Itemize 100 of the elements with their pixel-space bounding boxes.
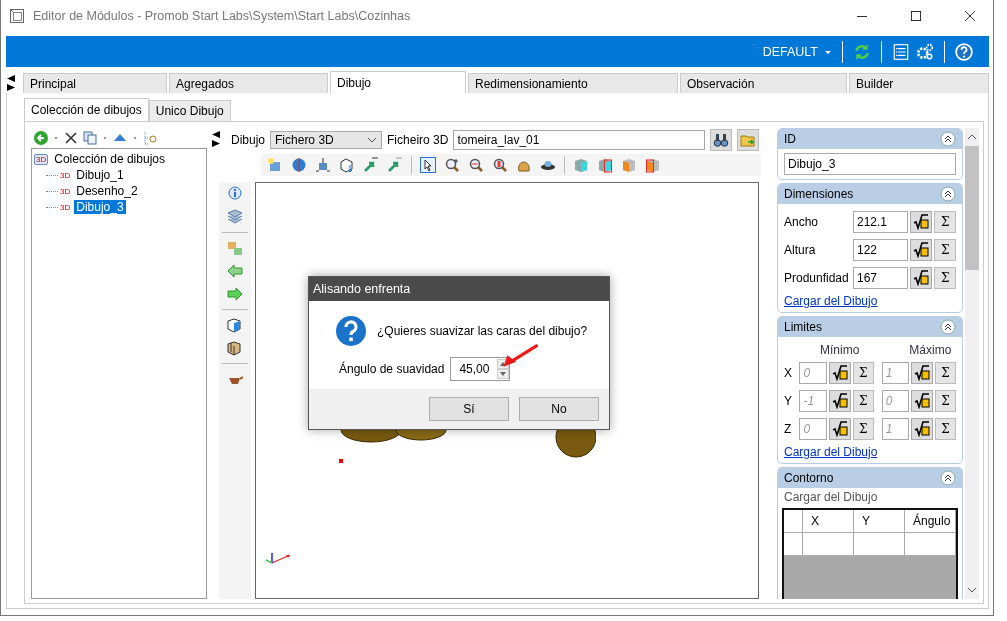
collapse-icon[interactable] (940, 186, 956, 202)
formula-button[interactable] (910, 267, 933, 289)
formula-button[interactable] (828, 418, 851, 440)
file-label: Ficheiro 3D (387, 133, 449, 147)
spin-down-icon[interactable] (497, 369, 510, 379)
tab[interactable]: Dibujo (330, 71, 466, 93)
scroll-arrows-icon[interactable] (7, 75, 15, 91)
formula-icon (913, 214, 930, 230)
collapse-icon[interactable] (940, 470, 956, 486)
dimension-field[interactable]: 167 (853, 267, 909, 289)
axis-cube-icon[interactable] (315, 157, 331, 173)
formula-icon (831, 393, 848, 409)
chevron-down-icon[interactable] (367, 137, 378, 143)
browse-button[interactable] (710, 129, 733, 151)
scroll-down-icon[interactable] (967, 587, 977, 593)
tree-item[interactable]: Dibujo_3 (74, 200, 126, 214)
tree-item[interactable]: Dibujo_1 (74, 168, 126, 182)
column-header: Mínimo (820, 343, 860, 357)
mob-import-icon[interactable] (387, 157, 403, 173)
back-icon[interactable] (33, 130, 49, 146)
sum-button[interactable]: Σ (934, 418, 957, 440)
formula-button[interactable] (910, 390, 933, 412)
profile-dropdown[interactable]: DEFAULT (762, 44, 818, 59)
zoom-out-icon[interactable] (468, 157, 484, 173)
drawing-type-dropdown[interactable]: Fichero 3D (270, 131, 383, 149)
side-face-frame-cube-icon[interactable] (645, 157, 661, 173)
zoom-in-icon[interactable] (444, 157, 460, 173)
tab[interactable]: Agregados (169, 73, 328, 93)
sum-button[interactable]: Σ (852, 418, 874, 440)
sum-button[interactable]: Σ (934, 211, 956, 233)
formula-button[interactable] (828, 390, 851, 412)
angle-spin-field[interactable]: 45,00 (450, 357, 511, 381)
question-icon (335, 315, 367, 347)
tab[interactable]: Principal (23, 73, 167, 93)
annotation-arrow (501, 343, 539, 369)
3d-badge-icon: 3D (60, 170, 71, 180)
id-field[interactable]: Dibujo_3 (784, 153, 956, 175)
tree-item[interactable]: Desenho_2 (74, 184, 140, 198)
info-icon[interactable] (227, 186, 243, 202)
formula-button[interactable] (910, 239, 933, 261)
section-title: ID (784, 132, 796, 146)
scroll-arrows-icon[interactable] (212, 131, 220, 147)
cube-down-icon[interactable] (339, 157, 355, 173)
cube-dropdown-icon[interactable] (227, 317, 243, 333)
right-arrow-icon[interactable] (227, 286, 243, 302)
shaded-cube-face-icon[interactable] (597, 157, 613, 173)
formula-button[interactable] (828, 362, 851, 384)
delete-icon[interactable] (63, 130, 79, 146)
3d-badge-icon: 3D (34, 153, 49, 165)
load-link[interactable]: Cargar del Dibujo (784, 445, 878, 459)
sum-button[interactable]: Σ (852, 362, 874, 384)
section-title: Contorno (784, 471, 834, 485)
file-field[interactable]: tomeira_lav_01 (453, 130, 706, 150)
dimension-field[interactable]: 212.1 (853, 211, 909, 233)
binoculars-icon (713, 132, 730, 148)
close-icon[interactable] (965, 11, 975, 21)
dxf-import-icon[interactable] (363, 157, 379, 173)
formula-icon (913, 365, 930, 381)
scroll-up-icon[interactable] (967, 134, 977, 140)
section-title: Limites (784, 320, 822, 334)
layers-icon[interactable] (227, 209, 243, 225)
column-header: X (803, 510, 854, 532)
sum-button[interactable]: Σ (934, 390, 957, 412)
formula-button[interactable] (910, 418, 933, 440)
sum-button[interactable]: Σ (934, 239, 956, 261)
dialog-question: ¿Quieres suavizar las caras del dibujo? (377, 324, 588, 338)
left-arrow-icon[interactable] (227, 263, 243, 279)
app-icon (9, 8, 25, 24)
column-header: Ángulo (905, 510, 956, 532)
dimension-label: Produnfidad (784, 271, 850, 285)
axis-label: Z (784, 422, 793, 436)
tab[interactable]: Unico Dibujo (148, 100, 231, 121)
scrollbar[interactable] (965, 128, 979, 599)
3d-badge-icon: 3D (60, 186, 71, 196)
settings-icon[interactable] (916, 42, 934, 61)
dialog-button[interactable]: Sí (429, 397, 509, 421)
sphere-icon[interactable] (291, 157, 307, 173)
zoom-window-icon[interactable] (492, 157, 508, 173)
list-icon[interactable] (892, 42, 910, 61)
dialog-button[interactable]: No (519, 397, 599, 421)
sum-button[interactable]: Σ (852, 390, 874, 412)
maximize-icon[interactable] (911, 11, 921, 21)
tab[interactable]: Redimensionamiento (468, 73, 678, 93)
sum-button[interactable]: Σ (934, 362, 957, 384)
sum-button[interactable]: Σ (934, 267, 956, 289)
tab[interactable]: Observación (680, 73, 847, 93)
tab[interactable]: Colección de dibujos (24, 98, 149, 121)
box-dropdown-icon[interactable] (227, 340, 243, 356)
load-link[interactable]: Cargar del Dibujo (784, 294, 878, 308)
collapse-icon[interactable] (940, 131, 956, 147)
formula-button[interactable] (910, 362, 933, 384)
tree-item[interactable]: Colección de dibujos (52, 152, 167, 166)
pointer-icon[interactable] (420, 157, 436, 173)
help-icon[interactable] (955, 42, 973, 61)
dialog-title: Alisando enfrenta (309, 277, 609, 301)
dimension-field[interactable]: 122 (853, 239, 909, 261)
collapse-icon[interactable] (940, 319, 956, 335)
tab[interactable]: Builder (849, 73, 989, 93)
section-title: Dimensiones (784, 187, 854, 201)
formula-button[interactable] (910, 211, 933, 233)
